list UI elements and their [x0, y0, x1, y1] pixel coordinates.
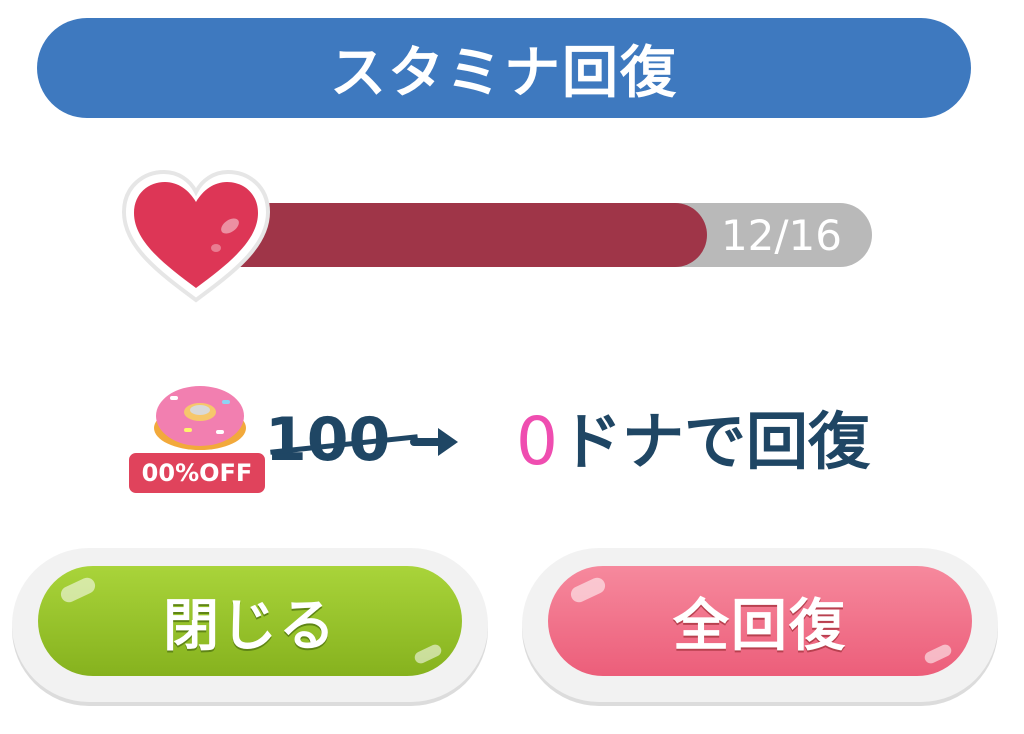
arrow-right-icon — [410, 428, 458, 456]
heart-icon — [121, 169, 271, 303]
close-button-face[interactable]: 閉じる — [38, 566, 462, 676]
new-price: 0 — [516, 403, 558, 480]
stamina-bar-fill — [210, 203, 707, 267]
stamina-bar: 12/16 — [210, 203, 872, 267]
close-button[interactable]: 閉じる — [12, 548, 488, 702]
cost-text: ドナで回復 — [560, 405, 871, 478]
recover-all-button-label: 全回復 — [673, 593, 847, 659]
recover-all-button[interactable]: 全回復 — [522, 548, 998, 702]
stamina-recovery-dialog: スタミナ回復 12/16 00%OFF 100 0 ドナで回復 閉じる 全回復 — [0, 0, 1024, 734]
stamina-count: 12/16 — [720, 210, 842, 260]
discount-badge: 00%OFF — [126, 450, 268, 496]
donut-icon — [154, 386, 246, 450]
recover-all-button-face[interactable]: 全回復 — [548, 566, 972, 676]
dialog-title: スタミナ回復 — [330, 40, 678, 106]
title-banner: スタミナ回復 — [37, 18, 971, 118]
close-button-label: 閉じる — [163, 593, 337, 659]
